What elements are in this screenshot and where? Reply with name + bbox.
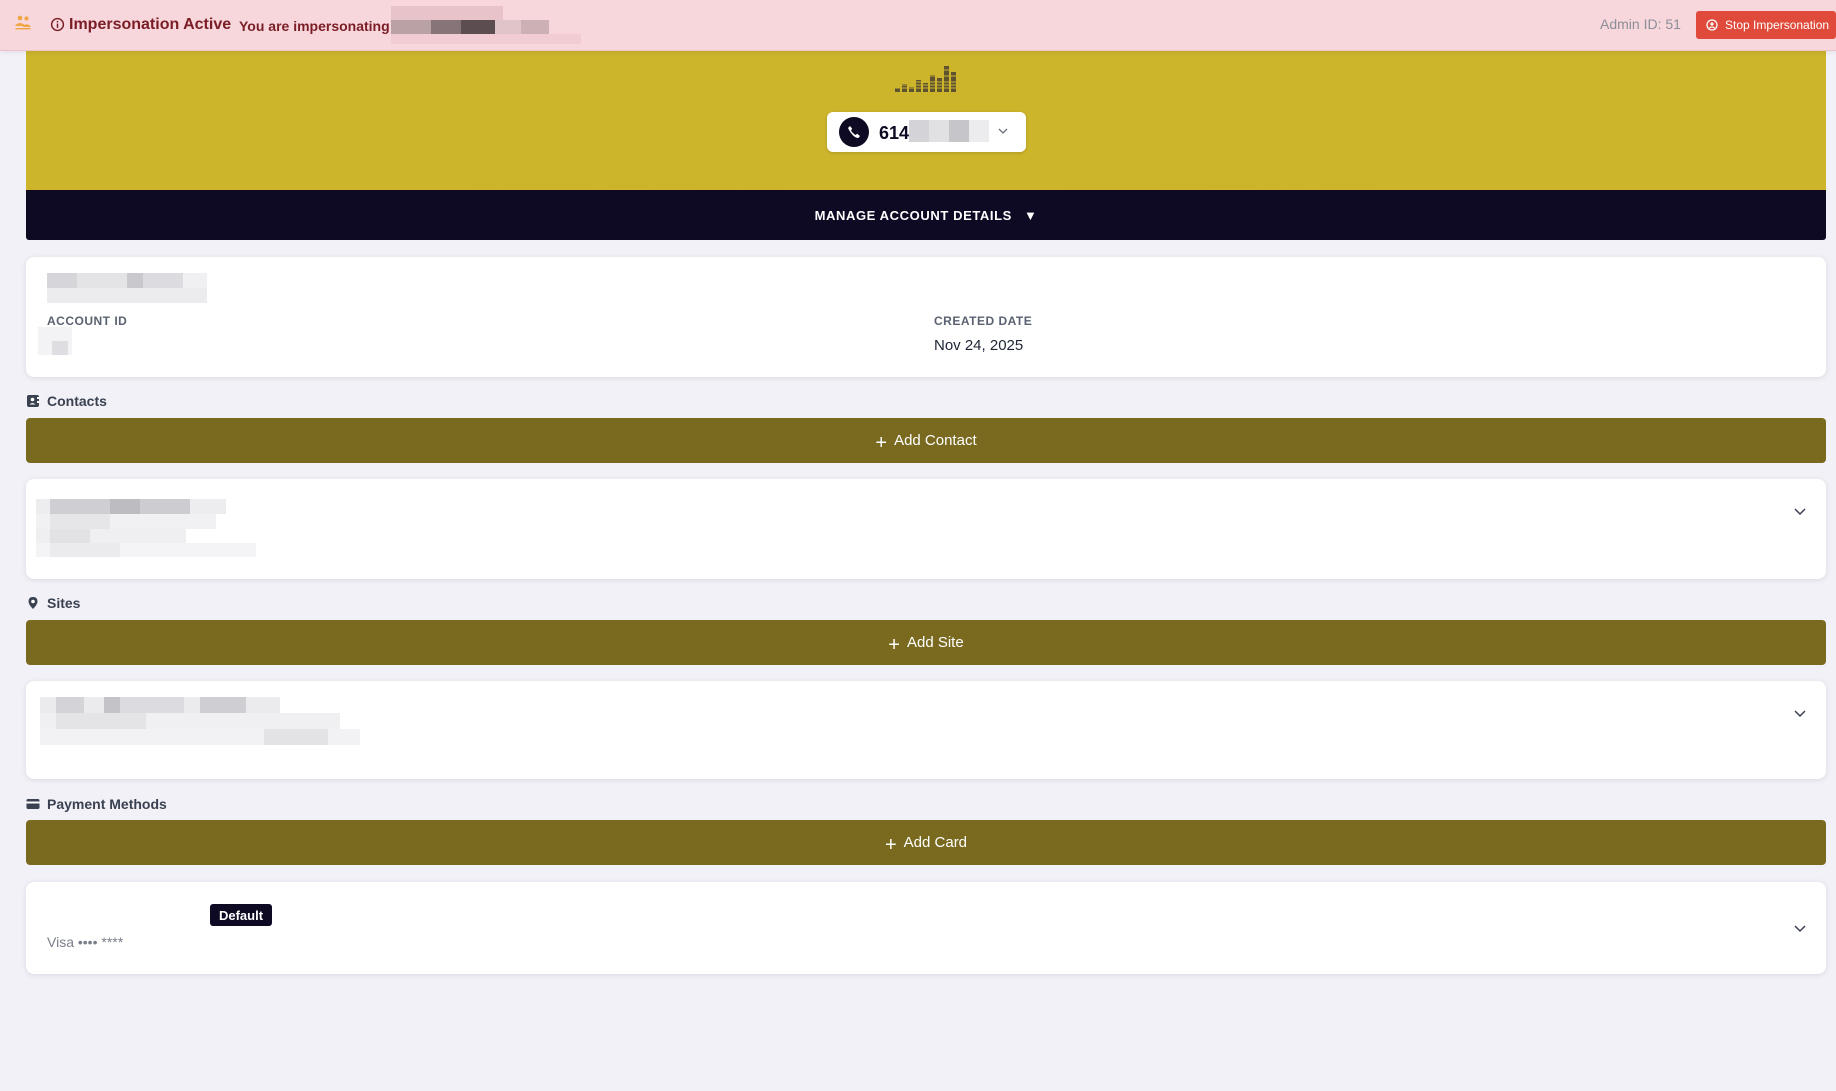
- add-contact-label: Add Contact: [894, 432, 977, 449]
- payment-methods-section-title: Payment Methods: [26, 796, 167, 812]
- impersonation-description: You are impersonating: [239, 18, 390, 34]
- stop-impersonation-button[interactable]: Stop Impersonation: [1696, 11, 1836, 39]
- user-x-icon: [1706, 19, 1718, 31]
- phone-number-select[interactable]: 614: [827, 112, 1026, 152]
- phone-icon: [848, 126, 860, 138]
- masked-card-number: Visa •••• ****: [47, 934, 124, 950]
- add-card-label: Add Card: [903, 834, 968, 851]
- caret-down-icon: ▼: [1023, 207, 1038, 223]
- contact-card[interactable]: [26, 479, 1826, 579]
- manage-account-details-toggle[interactable]: MANAGE ACCOUNT DETAILS ▼: [26, 190, 1826, 240]
- sites-section-title: Sites: [26, 595, 80, 611]
- site-card[interactable]: [26, 681, 1826, 779]
- add-site-label: Add Site: [906, 634, 964, 651]
- add-contact-button[interactable]: + Add Contact: [26, 418, 1826, 463]
- account-details-card: ACCOUNT ID CREATED DATE Nov 24, 2025: [26, 257, 1826, 377]
- stop-impersonation-label: Stop Impersonation: [1725, 18, 1830, 32]
- chevron-down-icon[interactable]: [1792, 705, 1808, 721]
- plus-icon: +: [884, 833, 897, 856]
- phone-badge: [839, 117, 869, 147]
- credit-card-icon: [26, 799, 40, 809]
- plus-icon: +: [888, 633, 900, 656]
- impersonation-banner: Impersonation Active You are impersonati…: [0, 0, 1836, 51]
- created-date-label: CREATED DATE: [934, 314, 1033, 328]
- payment-card-item[interactable]: Default Visa •••• ****: [26, 882, 1826, 974]
- plus-icon: +: [875, 431, 888, 454]
- redacted-account-name: [47, 273, 207, 303]
- map-pin-icon: [28, 597, 38, 609]
- payment-methods-title-label: Payment Methods: [47, 796, 167, 812]
- redacted-site-info: [40, 697, 360, 745]
- redacted-impersonated-user: [391, 6, 581, 44]
- account-id-label: ACCOUNT ID: [47, 314, 128, 328]
- add-site-button[interactable]: + Add Site: [26, 620, 1826, 665]
- created-date-value: Nov 24, 2025: [934, 337, 1024, 354]
- company-logo: [893, 66, 959, 92]
- contacts-section-title: Contacts: [26, 393, 107, 409]
- redacted-account-id: [38, 327, 72, 355]
- admin-id: Admin ID: 51: [1600, 16, 1681, 32]
- chevron-down-icon[interactable]: [1792, 503, 1808, 519]
- add-card-button[interactable]: + Add Card: [26, 820, 1826, 865]
- default-badge: Default: [210, 904, 272, 926]
- address-book-icon: [27, 395, 39, 407]
- users-icon: [15, 15, 31, 30]
- contacts-title-label: Contacts: [47, 393, 107, 409]
- chevron-down-icon: [998, 128, 1008, 134]
- manage-account-label: MANAGE ACCOUNT DETAILS: [814, 207, 1012, 223]
- info-circle-icon: [50, 17, 65, 32]
- impersonation-title: Impersonation Active: [69, 16, 232, 33]
- redacted-contact-info: [36, 499, 256, 557]
- redacted-phone-digits: [909, 120, 989, 142]
- chevron-down-icon[interactable]: [1792, 920, 1808, 936]
- phone-number-value: 614: [879, 123, 910, 143]
- sites-title-label: Sites: [47, 595, 81, 611]
